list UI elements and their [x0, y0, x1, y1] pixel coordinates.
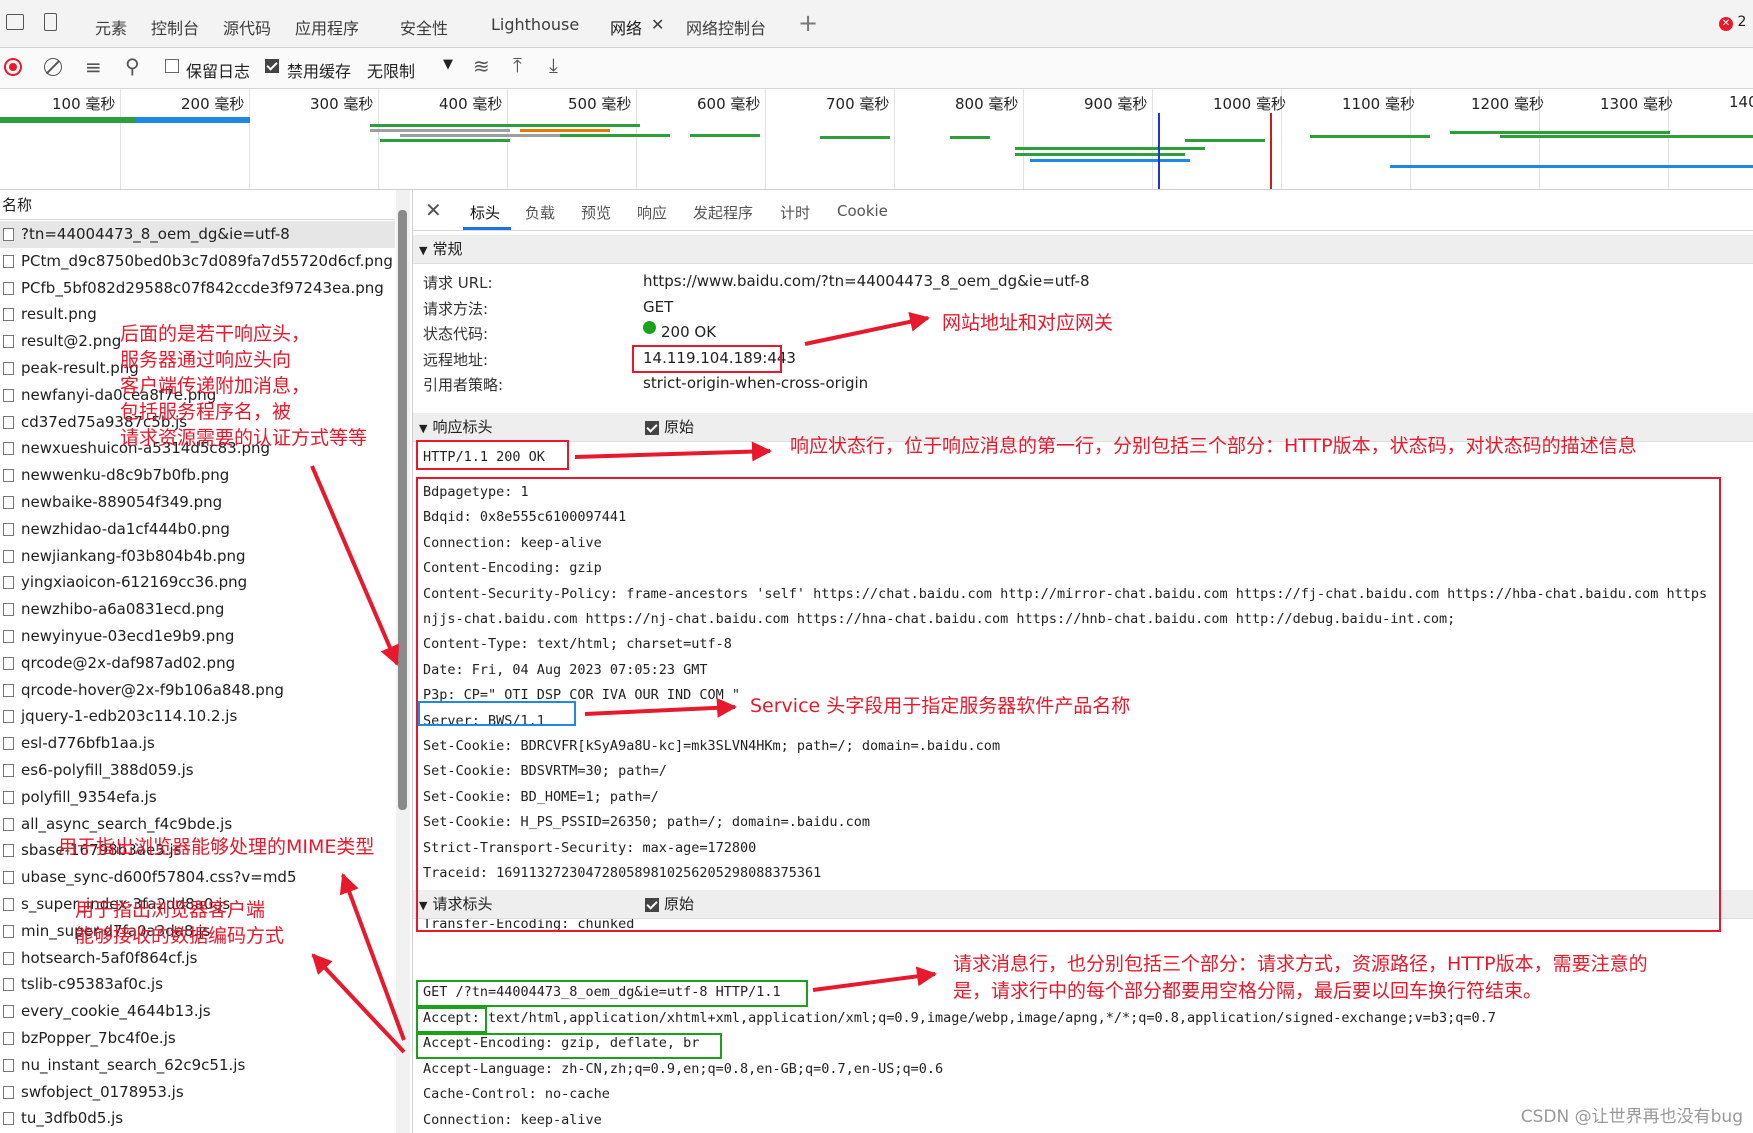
annotation-resp-headers-3: 客户端传递附加消息， — [120, 375, 311, 397]
arrow-server — [584, 697, 737, 718]
annotation-encoding-2: 能够接收的数据编码方式 — [75, 925, 285, 947]
annotation-website: 网站地址和对应网关 — [942, 312, 1114, 334]
annotation-status-line: 响应状态行，位于响应消息的第一行，分别包括三个部分：HTTP版本，状态码，对状态… — [790, 435, 1637, 457]
annotation-resp-headers-5: 请求资源需要的认证方式等等 — [120, 427, 368, 449]
annotation-request-line-2: 是，请求行中的每个部分都要用空格分隔，最后要以回车换行符结束。 — [953, 980, 1543, 1002]
annotation-resp-headers-2: 服务器通过响应头向 — [120, 349, 292, 371]
annotation-resp-headers-1: 后面的是若干响应头， — [120, 323, 311, 345]
arrow-resp-headers — [310, 465, 400, 666]
annotation-server: Service 头字段用于指定服务器软件产品名称 — [750, 695, 1131, 717]
annotation-resp-headers-4: 包括服务程序名，被 — [120, 401, 292, 423]
annotation-request-line-1: 请求消息行，也分别包括三个部分：请求方式，资源路径，HTTP版本，需要注意的 — [953, 953, 1648, 975]
arrow-request-line — [812, 966, 937, 992]
annotation-encoding-1: 用于指出浏览器客户端 — [75, 899, 266, 921]
watermark: CSDN @让世界再也没有bug — [1520, 1107, 1743, 1127]
arrow-accept — [339, 873, 406, 1041]
annotation-accept: 用于指出浏览器能够处理的MIME类型 — [58, 836, 375, 858]
arrow-website — [804, 311, 930, 346]
arrow-status-line — [574, 441, 772, 462]
